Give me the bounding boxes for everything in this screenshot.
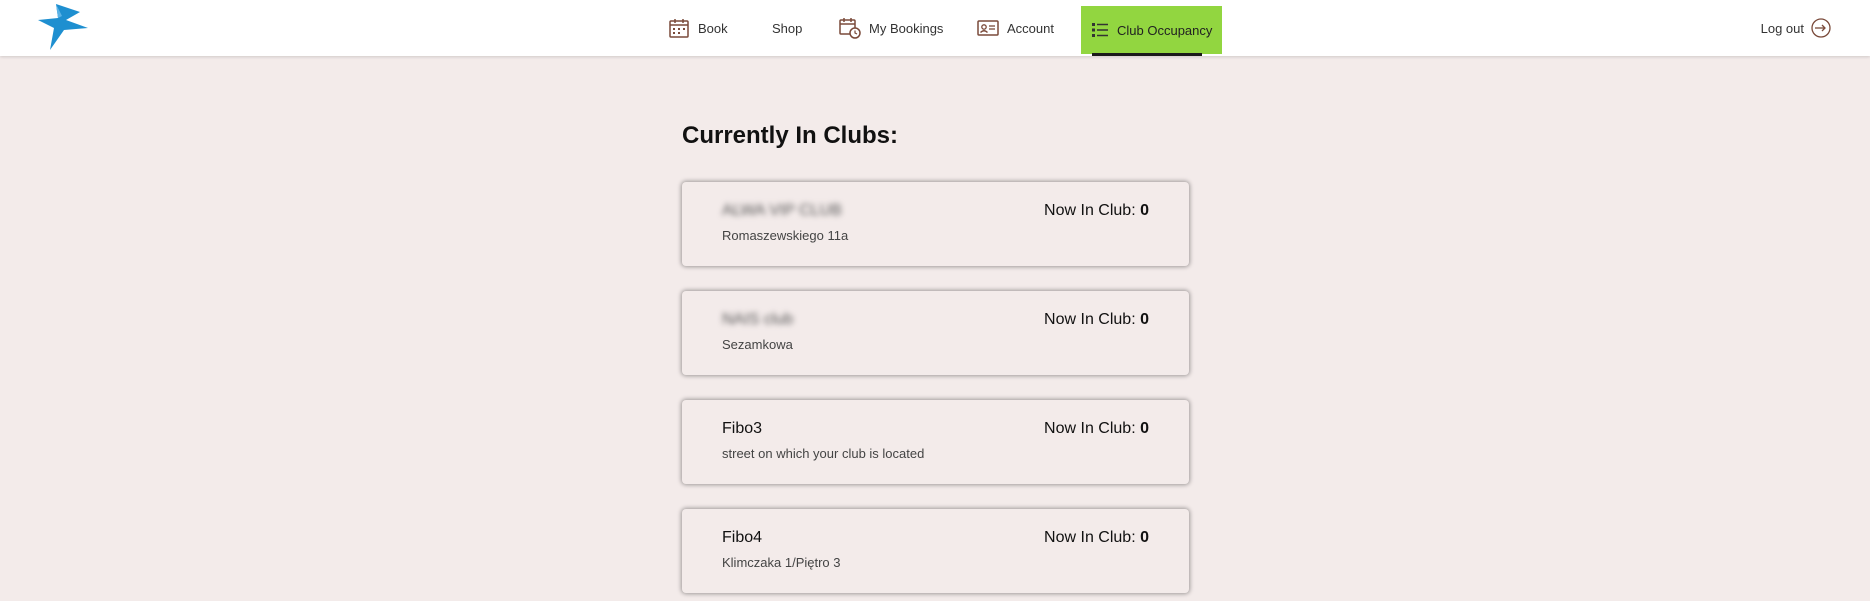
occupancy-label: Now In Club:	[1044, 420, 1136, 437]
club-name: NAIS club	[722, 311, 794, 328]
club-card[interactable]: Fibo4 Klimczaka 1/Piętro 3 Now In Club: …	[682, 509, 1189, 593]
club-card[interactable]: Fibo3 street on which your club is locat…	[682, 400, 1189, 484]
club-name: ALWA VIP CLUB	[722, 202, 842, 219]
occupancy-label: Now In Club:	[1044, 202, 1136, 219]
calendar-clock-icon	[839, 18, 861, 39]
club-name: Fibo3	[722, 420, 763, 437]
club-name: Fibo4	[722, 529, 763, 546]
club-address: Sezamkowa	[722, 337, 793, 352]
occupancy-value: 0	[1140, 529, 1149, 546]
nav-club-occupancy-label: Club Occupancy	[1117, 22, 1213, 38]
top-navigation-bar: Book Shop My Bookings Account Club Occup…	[0, 0, 1870, 56]
nav-my-bookings[interactable]: My Bookings	[839, 0, 943, 56]
nav-club-occupancy[interactable]: Club Occupancy	[1081, 6, 1223, 54]
page-title: Currently In Clubs:	[682, 122, 899, 149]
occupancy-count: Now In Club: 0	[1044, 202, 1149, 220]
club-address: street on which your club is located	[722, 446, 925, 461]
occupancy-count: Now In Club: 0	[1044, 420, 1149, 438]
occupancy-label: Now In Club:	[1044, 529, 1136, 546]
club-card[interactable]: NAIS club Sezamkowa Now In Club: 0	[682, 291, 1189, 375]
logout-icon	[1811, 18, 1831, 38]
occupancy-label: Now In Club:	[1044, 311, 1136, 328]
nav-my-bookings-label: My Bookings	[869, 20, 944, 36]
occupancy-count: Now In Club: 0	[1044, 311, 1149, 329]
active-tab-indicator	[1092, 53, 1202, 56]
nav-book[interactable]: Book	[668, 0, 728, 56]
nav-shop-label: Shop	[772, 20, 803, 36]
occupancy-value: 0	[1140, 420, 1149, 437]
list-icon	[1092, 23, 1108, 37]
occupancy-value: 0	[1140, 311, 1149, 328]
nav-shop[interactable]: Shop	[772, 0, 802, 56]
nav-account-label: Account	[1007, 20, 1054, 36]
occupancy-value: 0	[1140, 202, 1149, 219]
id-card-icon	[977, 20, 999, 36]
logout-label: Log out	[1760, 20, 1804, 36]
nav-account[interactable]: Account	[977, 0, 1054, 56]
brand-logo[interactable]	[36, 2, 90, 52]
occupancy-count: Now In Club: 0	[1044, 529, 1149, 547]
calendar-icon	[669, 19, 689, 38]
club-address: Romaszewskiego 11a	[722, 228, 849, 243]
logout-button[interactable]: Log out	[1761, 0, 1832, 56]
club-address: Klimczaka 1/Piętro 3	[722, 555, 841, 570]
club-card[interactable]: ALWA VIP CLUB Romaszewskiego 11a Now In …	[682, 182, 1189, 266]
nav-book-label: Book	[698, 20, 728, 36]
